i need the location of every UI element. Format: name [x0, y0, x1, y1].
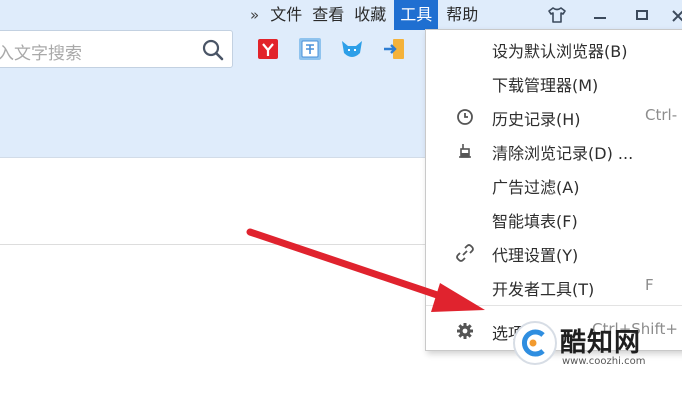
clock-icon	[457, 109, 473, 125]
menu-separator	[426, 305, 682, 306]
menu-help[interactable]: 帮助	[441, 0, 483, 30]
minimize-icon	[594, 17, 606, 19]
maximize-icon	[636, 10, 648, 20]
ext-cat-icon[interactable]	[340, 37, 364, 61]
history-shortcut: Ctrl-	[645, 106, 678, 124]
watermark-url: www.coozhi.com	[562, 356, 646, 367]
ext-login-icon[interactable]	[382, 37, 406, 61]
menu-view[interactable]: 查看	[307, 0, 349, 30]
menu-overflow-chevron[interactable]: »	[244, 0, 265, 30]
menu-file[interactable]: 文件	[265, 0, 307, 30]
menu-tools[interactable]: 工具	[394, 0, 439, 30]
menu-item-clear-history[interactable]: 清除浏览记录(D) ...	[426, 134, 682, 168]
tools-dropdown-menu: 设为默认浏览器(B) 下载管理器(M) 历史记录(H) Ctrl- 清除浏览记录…	[425, 29, 682, 351]
search-icon[interactable]	[202, 39, 224, 61]
minimize-button[interactable]	[586, 0, 614, 30]
ext-translate-icon[interactable]	[298, 37, 322, 61]
menu-item-history[interactable]: 历史记录(H) Ctrl-	[426, 100, 682, 134]
menu-item-ad-filter[interactable]: 广告过滤(A)	[426, 168, 682, 202]
menu-item-set-default-browser[interactable]: 设为默认浏览器(B)	[426, 32, 682, 66]
menu-item-autofill[interactable]: 智能填表(F)	[426, 202, 682, 236]
coozhi-logo-icon	[513, 321, 557, 365]
search-placeholder: 入文字搜索	[0, 44, 82, 64]
devtools-shortcut: F	[645, 276, 654, 294]
watermark: 酷知网 www.coozhi.com	[508, 318, 658, 372]
tshirt-icon	[548, 7, 566, 23]
menu-item-developer-tools[interactable]: 开发者工具(T) F	[426, 270, 682, 304]
menu-item-proxy-settings[interactable]: 代理设置(Y)	[426, 236, 682, 270]
menu-favorites[interactable]: 收藏	[349, 0, 391, 30]
gear-icon	[457, 323, 473, 339]
ext-red-icon[interactable]	[256, 37, 280, 61]
search-box[interactable]: 入文字搜索	[0, 30, 233, 68]
menu-item-download-manager[interactable]: 下载管理器(M)	[426, 66, 682, 100]
watermark-brand: 酷知网	[560, 328, 642, 358]
browser-window: » 文件 查看 收藏 工具 帮助 入文字搜索 设为默认浏览器(B) 下载管理器(…	[0, 0, 682, 402]
link-icon	[456, 244, 474, 262]
close-icon	[672, 10, 682, 22]
maximize-button[interactable]	[628, 0, 656, 30]
skin-button[interactable]	[540, 0, 574, 30]
eraser-icon	[459, 144, 471, 158]
close-button[interactable]	[670, 0, 682, 30]
menu-bar: » 文件 查看 收藏 工具 帮助	[244, 0, 483, 30]
